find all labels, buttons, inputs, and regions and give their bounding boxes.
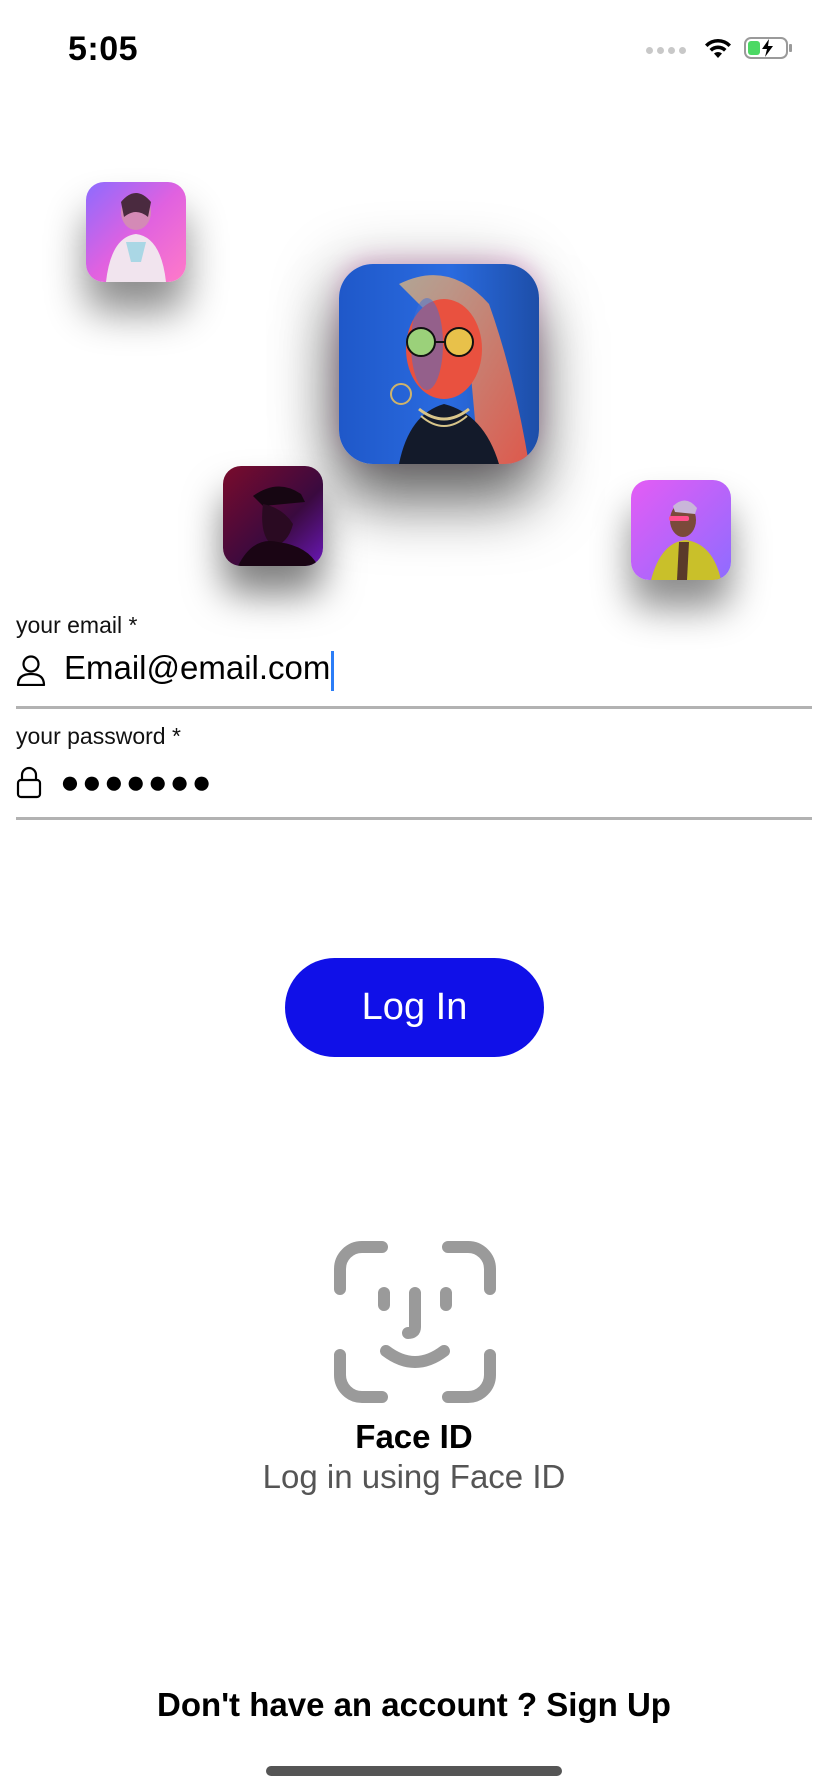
avatar-image xyxy=(223,466,323,566)
email-label: your email * xyxy=(16,612,138,638)
avatar-image xyxy=(631,480,731,580)
signal-icon xyxy=(646,47,686,54)
lock-icon xyxy=(16,765,50,799)
user-icon xyxy=(16,653,50,687)
status-time: 5:05 xyxy=(68,30,139,68)
email-input[interactable]: Email@email.com xyxy=(64,649,335,691)
password-input[interactable]: ●●●●●●● xyxy=(60,763,214,801)
login-button[interactable]: Log In xyxy=(285,958,544,1057)
email-field[interactable]: Email@email.com xyxy=(16,640,812,700)
wifi-icon xyxy=(702,36,734,65)
signup-link[interactable]: Sign Up xyxy=(546,1686,671,1723)
password-underline xyxy=(16,817,812,820)
face-id-subtitle[interactable]: Log in using Face ID xyxy=(0,1458,828,1496)
signup-prompt: Don't have an account ? Sign Up xyxy=(0,1686,828,1724)
status-bar: 5:05 xyxy=(0,0,828,100)
password-label: your password * xyxy=(16,723,181,749)
face-id-icon[interactable] xyxy=(334,1241,496,1403)
email-underline xyxy=(16,706,812,709)
avatar-image xyxy=(86,182,186,282)
status-icons xyxy=(646,36,794,65)
face-id-title: Face ID xyxy=(355,1418,473,1455)
text-caret xyxy=(331,650,335,691)
password-field[interactable]: ●●●●●●● xyxy=(16,752,812,812)
avatar-image-featured xyxy=(339,264,539,464)
signup-prefix: Don't have an account ? xyxy=(157,1686,547,1723)
battery-charging-icon xyxy=(744,36,794,65)
home-indicator[interactable] xyxy=(266,1766,562,1776)
